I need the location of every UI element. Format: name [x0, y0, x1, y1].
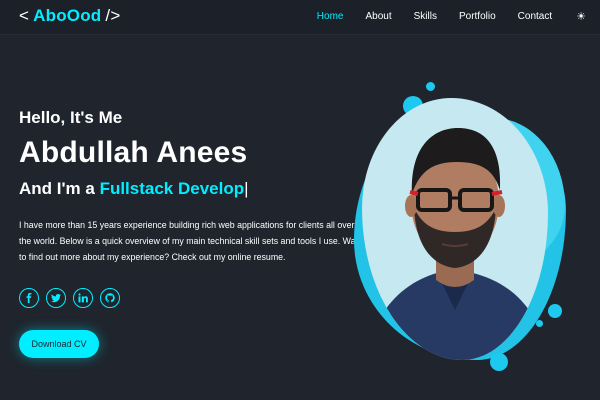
logo-open-bracket: <	[19, 6, 30, 25]
decor-dot	[536, 320, 543, 327]
main-nav: Home About Skills Portfolio Contact ☀	[317, 10, 586, 23]
hero-description: I have more than 15 years experience bui…	[19, 220, 363, 262]
social-links	[19, 288, 120, 308]
linkedin-icon[interactable]	[73, 288, 93, 308]
nav-about[interactable]: About	[365, 11, 391, 22]
nav-home[interactable]: Home	[317, 11, 344, 22]
site-header: < AboOod /> Home About Skills Portfolio …	[0, 0, 600, 35]
role-prefix: And I'm a	[19, 179, 95, 198]
logo-close-bracket: />	[105, 6, 121, 25]
download-cv-button[interactable]: Download CV	[19, 330, 99, 358]
github-icon[interactable]	[100, 288, 120, 308]
nav-portfolio[interactable]: Portfolio	[459, 11, 496, 22]
decor-dot	[426, 82, 435, 91]
greeting: Hello, It's Me	[19, 108, 123, 127]
nav-skills[interactable]: Skills	[414, 11, 437, 22]
logo-name: AboOod	[33, 6, 102, 25]
hero-illustration	[340, 70, 600, 390]
role-typed: Fullstack Develop	[99, 179, 245, 198]
logo[interactable]: < AboOod />	[19, 6, 120, 26]
hero-text: Hello, It's Me Abdullah Anees And I'm a …	[19, 108, 364, 274]
typing-caret: |	[244, 179, 249, 198]
role-line: And I'm a Fullstack Develop|	[19, 179, 364, 199]
facebook-icon[interactable]	[19, 288, 39, 308]
theme-toggle-sun-icon[interactable]: ☀	[576, 10, 586, 23]
decor-dot	[548, 304, 562, 318]
decor-dot	[490, 353, 508, 371]
twitter-icon[interactable]	[46, 288, 66, 308]
person-name: Abdullah Anees	[19, 136, 248, 169]
nav-contact[interactable]: Contact	[518, 11, 552, 22]
